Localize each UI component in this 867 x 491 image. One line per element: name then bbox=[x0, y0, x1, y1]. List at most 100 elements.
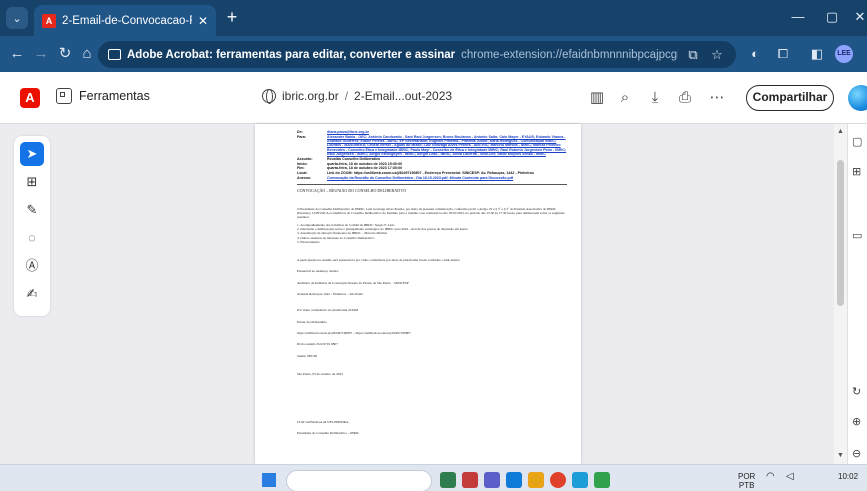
taskbar-app-icon[interactable] bbox=[462, 472, 478, 488]
right-side-panel: ▢ ⊞ ▭ ↻ ⊕ ⊖ bbox=[847, 124, 867, 464]
intro-paragraph: O Presidente do Conselho Deliberativo do… bbox=[297, 206, 565, 220]
add-text-icon[interactable]: Ⓐ bbox=[20, 254, 44, 278]
taskbar-app-icon[interactable] bbox=[572, 472, 588, 488]
wifi-icon[interactable]: ◠ bbox=[766, 472, 775, 482]
taskbar-app-icon[interactable] bbox=[594, 472, 610, 488]
zoom-in-icon[interactable]: ⊕ bbox=[852, 414, 867, 430]
tools-button[interactable]: Ferramentas bbox=[56, 88, 150, 104]
close-icon[interactable]: ✕ bbox=[198, 14, 208, 28]
taskbar-search-input[interactable] bbox=[286, 470, 432, 491]
minimize-icon[interactable]: — bbox=[786, 6, 810, 28]
tab-search-button[interactable]: ⌄ bbox=[6, 7, 28, 29]
signature-role: Presidente do Conselho Deliberativo – IB… bbox=[297, 431, 360, 436]
highlight-pen-icon[interactable]: ✎ bbox=[20, 198, 44, 222]
windows-start-icon[interactable] bbox=[262, 473, 276, 487]
path-separator: / bbox=[344, 89, 349, 103]
video-label: Por vídeo conferência via plataforma ZOO… bbox=[297, 308, 359, 313]
thumbnails-icon[interactable]: ⊞ bbox=[852, 164, 867, 180]
address-text: Avenida Rebouças 1442 – Pinheiros – São … bbox=[297, 292, 364, 297]
header-value[interactable]: Alexandre Bahia - OEC; Antônio Candurado… bbox=[327, 135, 567, 157]
date-line: São Paulo, 03 de outubro de 2023 bbox=[297, 371, 343, 376]
presential-label: Presencial no endereço abaixo: bbox=[297, 269, 340, 274]
ai-assistant-icon[interactable] bbox=[848, 85, 867, 111]
add-comment-icon[interactable]: ⊞ bbox=[20, 170, 44, 194]
windows-taskbar: POR PTB ◠ ◁ 10:02 bbox=[0, 464, 867, 491]
draw-freehand-icon[interactable]: ◌ bbox=[20, 226, 44, 250]
document-workspace: ➤ ⊞ ✎ ◌ Ⓐ ✍ De: diana.paiva@ibric.org.br P… bbox=[0, 124, 867, 464]
address-site-name: Adobe Acrobat: ferramentas para editar, … bbox=[127, 48, 456, 61]
header-row: Anexos: Convocação da Reunião do Conselho… bbox=[297, 176, 567, 181]
share-button[interactable]: Compartilhar bbox=[746, 85, 834, 111]
extension-circle-icon[interactable]: ◐ bbox=[744, 43, 766, 65]
tab-title: 2-Email-de-Convocacao-Reuni bbox=[62, 14, 192, 27]
language-indicator[interactable]: POR PTB bbox=[738, 472, 755, 490]
browser-toolbar: ← → ↻ ⌂ Adobe Acrobat: ferramentas para … bbox=[0, 36, 867, 72]
document-host: ibric.org.br bbox=[282, 89, 339, 103]
rotate-icon[interactable]: ↻ bbox=[852, 384, 867, 400]
zoom-out-icon[interactable]: ⊖ bbox=[852, 446, 867, 462]
taskbar-app-icon[interactable] bbox=[506, 472, 522, 488]
scrollbar-thumb[interactable] bbox=[837, 160, 844, 306]
meeting-id-text: ID da reunião: 824 9719 0807 bbox=[297, 342, 338, 347]
email-header: De: diana.paiva@ibric.org.br Para: Alexandr… bbox=[297, 130, 567, 181]
venue-text: Auditório da Indústria da Construção Pes… bbox=[297, 280, 409, 285]
taskbar-app-icon[interactable] bbox=[440, 472, 456, 488]
download-icon[interactable]: ⤓ bbox=[644, 87, 666, 109]
agenda-item: 5. Encerramento bbox=[297, 239, 320, 244]
pdf-page[interactable]: De: diana.paiva@ibric.org.br Para: Alexandr… bbox=[255, 124, 581, 464]
address-bar[interactable]: Adobe Acrobat: ferramentas para editar, … bbox=[98, 41, 736, 68]
globe-icon bbox=[262, 89, 276, 104]
page-view-icon[interactable]: ▥ bbox=[586, 87, 608, 109]
agenda-list: 1. Acompanhamento dos trabalhos do Comit… bbox=[297, 223, 567, 244]
side-panel-icon[interactable]: ◧ bbox=[806, 43, 828, 65]
signature-name: LUIZ GONZAGA ALVES PEREIRA bbox=[297, 420, 349, 425]
document-title: CONVOCAÇÃO – REUNIÃO DO CONSELHO DELIBER… bbox=[297, 187, 407, 193]
more-options-icon[interactable]: ⋯ bbox=[706, 87, 728, 109]
clock[interactable]: 10:02 bbox=[838, 472, 858, 481]
vertical-scrollbar[interactable]: ▲ ▼ bbox=[834, 124, 847, 464]
document-name[interactable]: 2-Email...out-2023 bbox=[354, 89, 452, 103]
language-sub: PTB bbox=[738, 481, 755, 490]
panel-field-icon[interactable]: ▭ bbox=[852, 228, 867, 244]
extension-page-icon bbox=[108, 49, 121, 60]
volume-icon[interactable]: ◁ bbox=[786, 472, 794, 482]
adobe-acrobat-logo[interactable]: A bbox=[20, 88, 40, 108]
passcode-text: Senha: 085185 bbox=[297, 353, 318, 358]
translate-icon[interactable]: ⧉ bbox=[684, 47, 702, 63]
back-arrow-icon[interactable]: ← bbox=[6, 43, 28, 65]
maximize-icon[interactable]: ▢ bbox=[820, 6, 844, 28]
comments-icon[interactable]: ▢ bbox=[852, 134, 867, 150]
scroll-down-icon[interactable]: ▼ bbox=[834, 450, 847, 462]
document-path: ibric.org.br / 2-Email...out-2023 bbox=[262, 89, 452, 104]
reload-icon[interactable]: ↻ bbox=[54, 43, 76, 65]
sign-icon[interactable]: ✍ bbox=[20, 282, 44, 306]
home-icon[interactable]: ⌂ bbox=[76, 43, 98, 65]
header-value[interactable]: Convocação da Reunião do Conselho Delibe… bbox=[327, 176, 567, 181]
header-key: Anexos: bbox=[297, 175, 312, 180]
forward-arrow-icon[interactable]: → bbox=[30, 43, 52, 65]
bookmark-star-icon[interactable]: ☆ bbox=[708, 47, 726, 63]
acrobat-toolbar: A Ferramentas ibric.org.br / 2-Email...o… bbox=[0, 72, 867, 124]
acrobat-icon: A bbox=[42, 13, 56, 28]
profile-avatar[interactable]: LEE bbox=[835, 45, 853, 63]
zoom-link-text: https://us06web.zoom.us/j/82497190807 – … bbox=[297, 330, 411, 335]
new-tab-button[interactable]: + bbox=[222, 8, 242, 28]
select-cursor-icon[interactable]: ➤ bbox=[20, 142, 44, 166]
language-code: POR bbox=[738, 472, 756, 481]
scroll-up-icon[interactable]: ▲ bbox=[834, 126, 847, 138]
taskbar-app-icon[interactable] bbox=[484, 472, 500, 488]
close-window-icon[interactable]: ✕ bbox=[848, 6, 867, 28]
quick-tools-rail: ➤ ⊞ ✎ ◌ Ⓐ ✍ bbox=[14, 136, 50, 316]
extensions-puzzle-icon[interactable]: ⧠ bbox=[772, 43, 794, 65]
taskbar-folder-icon[interactable] bbox=[528, 472, 544, 488]
print-icon[interactable]: ⎙ bbox=[674, 87, 696, 109]
header-divider bbox=[297, 183, 567, 185]
taskbar-chrome-icon[interactable] bbox=[550, 472, 566, 488]
zoom-meeting-text: Entrar Zoom Reunião bbox=[297, 319, 327, 324]
header-row: Para: Alexandre Bahia - OEC; Antônio Cand… bbox=[297, 135, 567, 157]
tab-active[interactable]: A 2-Email-de-Convocacao-Reuni ✕ bbox=[34, 5, 216, 36]
tools-label: Ferramentas bbox=[79, 89, 150, 103]
tools-grid-icon bbox=[56, 88, 72, 104]
header-key: Para: bbox=[297, 134, 306, 139]
search-icon[interactable]: ⌕ bbox=[614, 87, 636, 109]
